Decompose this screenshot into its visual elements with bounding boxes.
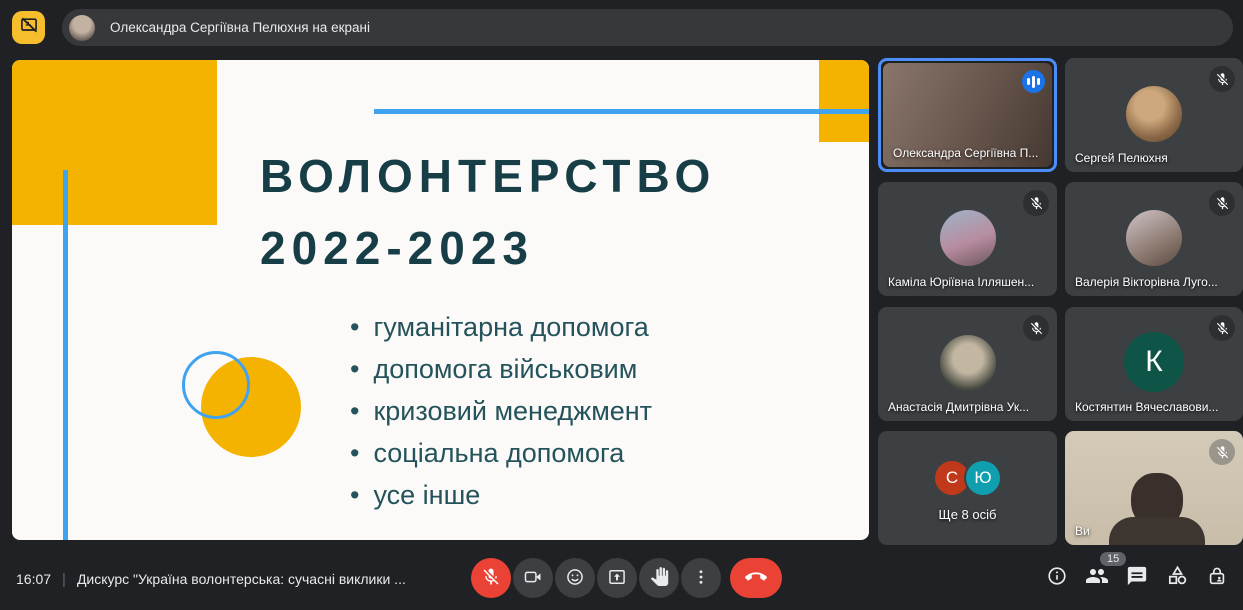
clock-time: 16:07 <box>16 571 52 587</box>
participant-name: Каміла Юріївна Ілляшен... <box>888 275 1035 289</box>
more-options-button[interactable] <box>681 558 721 598</box>
more-vert-icon <box>692 568 710 589</box>
lock-person-icon <box>1206 565 1228 592</box>
participant-initial-avatar: К <box>1124 332 1184 392</box>
show-participants-button[interactable] <box>1085 566 1109 590</box>
host-controls-button[interactable] <box>1205 566 1229 590</box>
self-view-tile[interactable]: Ви <box>1065 431 1243 545</box>
participant-name: Сергей Пелюхня <box>1075 151 1168 165</box>
end-call-button[interactable] <box>730 558 782 598</box>
overflow-initial-avatar: С <box>935 461 969 495</box>
call-end-icon <box>745 566 767 591</box>
slide-decor-yellow-rect <box>12 60 217 225</box>
mic-off-icon <box>1209 315 1235 341</box>
chat-button[interactable] <box>1125 566 1149 590</box>
participant-tile[interactable]: Каміла Юріївна Ілляшен... <box>878 182 1057 296</box>
participant-avatar <box>1126 86 1182 142</box>
participant-name: Валерія Вікторівна Луго... <box>1075 275 1218 289</box>
slide-bullet: кризовий менеджмент <box>350 390 652 432</box>
slide-title: ВОЛОНТЕРСТВО 2022-2023 <box>260 140 716 284</box>
participant-count-badge: 15 <box>1100 552 1127 566</box>
participant-avatar <box>939 335 996 391</box>
slide-decor-blue-hline <box>374 109 869 114</box>
overflow-avatars: С Ю <box>878 461 1057 495</box>
activities-shapes-icon <box>1166 564 1189 592</box>
slide-title-line1: ВОЛОНТЕРСТВО <box>260 150 717 202</box>
presenter-avatar <box>69 14 95 41</box>
participant-tile[interactable]: Сергей Пелюхня <box>1065 58 1243 172</box>
mic-off-icon <box>1209 439 1235 465</box>
participant-tile[interactable]: Валерія Вікторівна Луго... <box>1065 182 1243 296</box>
slide-bullet: усе інше <box>350 474 652 516</box>
divider: | <box>62 570 66 588</box>
participant-video: Олександра Сергіївна П... <box>883 63 1052 167</box>
mic-off-icon <box>1209 190 1235 216</box>
participant-tile-speaking[interactable]: Олександра Сергіївна П... <box>878 58 1057 172</box>
overflow-initial-avatar: Ю <box>966 461 1000 495</box>
presentation-off-icon <box>19 15 39 40</box>
activities-button[interactable] <box>1165 564 1189 592</box>
presenting-banner-text: Олександра Сергіївна Пелюхня на екрані <box>110 20 370 35</box>
meeting-info: 16:07 | Дискурс "Україна волонтерська: с… <box>16 569 406 589</box>
slide-decor-blue-ring <box>182 351 250 419</box>
chat-icon <box>1126 565 1148 592</box>
slide-title-line2: 2022-2023 <box>260 222 534 274</box>
slide-decor-yellow-square <box>819 60 869 142</box>
participant-name: Костянтин Вячеславови... <box>1075 400 1219 414</box>
participant-avatar <box>1126 210 1182 266</box>
meeting-panels <box>1045 564 1229 592</box>
camera-icon <box>523 567 543 590</box>
participant-tile[interactable]: Анастасія Дмитрівна Ук... <box>878 307 1057 421</box>
raise-hand-button[interactable] <box>639 558 679 598</box>
shared-screen-slide: ВОЛОНТЕРСТВО 2022-2023 гуманітарна допом… <box>12 60 869 540</box>
call-controls <box>471 558 782 598</box>
overflow-participants-tile[interactable]: С Ю Ще 8 осіб <box>878 431 1057 545</box>
info-icon <box>1046 565 1068 592</box>
reactions-button[interactable] <box>555 558 595 598</box>
audio-level-icon <box>1022 70 1045 93</box>
present-screen-icon <box>607 567 627 590</box>
meeting-details-button[interactable] <box>1045 566 1069 590</box>
people-icon <box>1085 564 1109 593</box>
participant-name: Анастасія Дмитрівна Ук... <box>888 400 1030 414</box>
stop-presenting-button[interactable] <box>12 11 45 44</box>
presenting-banner: Олександра Сергіївна Пелюхня на екрані <box>62 9 1233 46</box>
slide-decor-blue-vline <box>63 170 68 540</box>
slide-bullet: допомога військовим <box>350 348 652 390</box>
slide-bullet-list: гуманітарна допомога допомога військовим… <box>350 306 652 516</box>
mic-off-icon <box>1209 66 1235 92</box>
smiley-icon <box>565 567 585 590</box>
mic-off-icon <box>481 567 501 590</box>
camera-toggle-button[interactable] <box>513 558 553 598</box>
meeting-title: Дискурс "Україна волонтерська: сучасні в… <box>76 571 406 587</box>
participant-name: Ви <box>1075 524 1090 538</box>
mic-off-icon <box>1023 315 1049 341</box>
slide-bullet: соціальна допомога <box>350 432 652 474</box>
mic-off-icon <box>1023 190 1049 216</box>
present-screen-button[interactable] <box>597 558 637 598</box>
overflow-count-label: Ще 8 осіб <box>938 507 997 522</box>
participant-avatar <box>939 210 996 266</box>
participant-tile[interactable]: К Костянтин Вячеславови... <box>1065 307 1243 421</box>
participant-name: Олександра Сергіївна П... <box>893 146 1039 160</box>
mic-toggle-button[interactable] <box>471 558 511 598</box>
raise-hand-icon <box>650 567 669 589</box>
slide-bullet: гуманітарна допомога <box>350 306 652 348</box>
